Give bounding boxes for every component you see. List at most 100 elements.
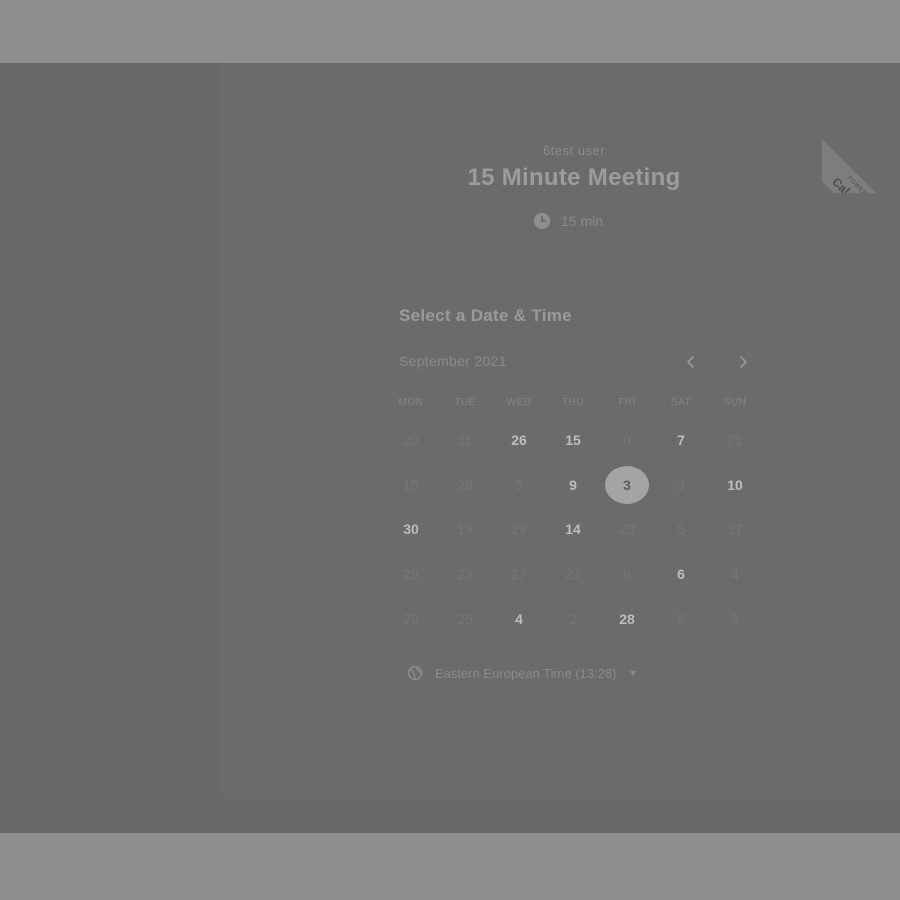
weekday-label: TUE: [454, 397, 476, 408]
available-day[interactable]: 7: [654, 418, 708, 463]
day-number: 23: [457, 566, 473, 583]
day-number: 4: [731, 566, 739, 583]
day-number: 19: [457, 521, 473, 538]
timezone-selector[interactable]: Eastern European Time (13:28) ▼: [407, 665, 637, 681]
available-day[interactable]: 9: [546, 463, 600, 508]
calendar-weeks: 20 11 26 15 0 7 21 15 28 5 9 3 3 10 30 19 29 14 23 5 17 29 23 2…: [384, 418, 762, 641]
day-number: 6: [677, 566, 685, 583]
unavailable-day: 11: [438, 418, 492, 463]
ribbon-banner: POWERED BY Calendly: [822, 133, 900, 193]
month-label: September 2021: [399, 353, 507, 369]
weekday-header: MON TUE WED THU FRI SAT SUN: [384, 388, 762, 418]
calendar-grid: MON TUE WED THU FRI SAT SUN 20 11 26 15 0 7 21…: [384, 388, 762, 641]
day-number: 21: [727, 432, 743, 449]
day-number: 3: [623, 476, 631, 493]
day-number: 4: [515, 610, 523, 627]
weekday-label: WED: [506, 397, 532, 408]
unavailable-day: 29: [384, 552, 438, 597]
organizer-name: 6test user: [542, 143, 606, 158]
available-day[interactable]: 15: [546, 418, 600, 463]
unavailable-day: 29: [492, 507, 546, 552]
available-day[interactable]: 26: [492, 418, 546, 463]
unavailable-day: 0: [600, 418, 654, 463]
duration-label: 15 min: [561, 213, 604, 229]
unavailable-day: 5: [492, 463, 546, 508]
booking-page-overlay: 6test user 15 Minute Meeting 15 min Sele…: [0, 63, 900, 833]
prev-month-button[interactable]: [680, 351, 702, 373]
unavailable-day: 21: [708, 418, 762, 463]
available-day[interactable]: 4: [492, 596, 546, 641]
day-number: 20: [403, 610, 419, 627]
day-number: 15: [403, 476, 419, 493]
unavailable-day: 3: [654, 463, 708, 508]
day-number: 7: [677, 432, 685, 449]
day-number: 5: [677, 521, 685, 538]
selected-day[interactable]: 3: [600, 463, 654, 508]
chevron-right-icon: [740, 356, 747, 368]
day-number: 30: [403, 521, 419, 538]
unavailable-day: 20: [384, 418, 438, 463]
day-number: 28: [457, 476, 473, 493]
day-number: 9: [569, 476, 577, 493]
available-day[interactable]: 30: [384, 507, 438, 552]
day-number: 14: [565, 521, 581, 538]
day-number: 10: [727, 476, 743, 493]
unavailable-day: 15: [384, 463, 438, 508]
unavailable-day: 9: [600, 552, 654, 597]
day-number: 9: [623, 566, 631, 583]
unavailable-day: 27: [546, 552, 600, 597]
next-month-button[interactable]: [732, 351, 754, 373]
day-number: 5: [515, 476, 523, 493]
chevron-left-icon: [687, 356, 694, 368]
day-number: 0: [623, 432, 631, 449]
unavailable-day: 2: [546, 596, 600, 641]
weekday-label: THU: [561, 397, 585, 408]
top-band: [0, 0, 900, 63]
calendar-week-row: 30 19 29 14 23 5 17: [384, 507, 762, 552]
day-number: 26: [511, 432, 527, 449]
day-number: 2: [569, 610, 577, 627]
weekday-label: FRI: [618, 397, 636, 408]
unavailable-day: 17: [708, 507, 762, 552]
calendar-week-row: 29 23 27 27 9 6 4: [384, 552, 762, 597]
unavailable-day: 25: [438, 596, 492, 641]
powered-by-ribbon[interactable]: POWERED BY Calendly: [822, 115, 900, 193]
unavailable-day: 5: [708, 596, 762, 641]
day-number: 29: [511, 521, 527, 538]
day-number: 27: [511, 566, 527, 583]
unavailable-day: 4: [708, 552, 762, 597]
section-title: Select a Date & Time: [399, 306, 572, 325]
day-number: 5: [731, 610, 739, 627]
day-number: 28: [619, 610, 635, 627]
day-number: 27: [565, 566, 581, 583]
day-number: 5: [677, 610, 685, 627]
unavailable-day: 27: [492, 552, 546, 597]
weekday-label: SAT: [670, 397, 692, 408]
day-number: 23: [619, 521, 635, 538]
day-number: 20: [403, 432, 419, 449]
unavailable-day: 23: [600, 507, 654, 552]
bottom-band: [0, 833, 900, 900]
day-number: 3: [677, 476, 685, 493]
day-number: 11: [457, 432, 473, 449]
day-number: 29: [403, 566, 419, 583]
unavailable-day: 19: [438, 507, 492, 552]
clock-icon: [533, 212, 551, 230]
unavailable-day: 5: [654, 507, 708, 552]
calendar-week-row: 20 11 26 15 0 7 21: [384, 418, 762, 463]
weekday-label: SUN: [723, 397, 747, 408]
available-day[interactable]: 6: [654, 552, 708, 597]
calendar-week-row: 15 28 5 9 3 3 10: [384, 463, 762, 508]
day-number: 15: [565, 432, 581, 449]
available-day[interactable]: 14: [546, 507, 600, 552]
event-title: 15 Minute Meeting: [467, 164, 681, 191]
unavailable-day: 23: [438, 552, 492, 597]
globe-icon: [407, 665, 423, 681]
calendar-week-row: 20 25 4 2 28 5 5: [384, 596, 762, 641]
day-number: 25: [457, 610, 473, 627]
event-duration: 15 min: [533, 212, 603, 230]
timezone-label: Eastern European Time (13:28): [435, 665, 617, 681]
unavailable-day: 5: [654, 596, 708, 641]
available-day[interactable]: 10: [708, 463, 762, 508]
available-day[interactable]: 28: [600, 596, 654, 641]
